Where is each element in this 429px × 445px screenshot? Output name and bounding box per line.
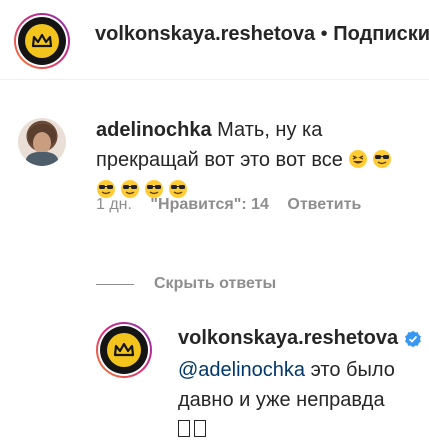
comment-time[interactable]: 1 дн. bbox=[96, 196, 132, 213]
grinning-squint-emoji-icon bbox=[349, 150, 368, 168]
hide-replies-label: Скрыть ответы bbox=[154, 275, 277, 292]
header-avatar[interactable] bbox=[14, 13, 70, 69]
crown-logo-icon bbox=[31, 33, 53, 48]
commenter-username[interactable]: adelinochka bbox=[96, 119, 212, 141]
reply-body: @adelinochka это было давно и уже неправ… bbox=[178, 355, 418, 445]
missing-glyph-icon bbox=[194, 420, 206, 437]
missing-glyph-icon bbox=[178, 420, 190, 437]
reply-mention[interactable]: @adelinochka bbox=[178, 359, 305, 381]
comment-likes[interactable]: "Нравится": 14 bbox=[150, 196, 269, 213]
following-button[interactable]: Подписки bbox=[333, 23, 429, 45]
verified-badge-icon bbox=[405, 330, 422, 347]
reply-username[interactable]: volkonskaya.reshetova bbox=[178, 327, 398, 350]
hide-replies-line bbox=[96, 283, 134, 285]
crown-logo-icon bbox=[113, 342, 135, 357]
header-username[interactable]: volkonskaya.reshetova bbox=[95, 23, 315, 45]
reply-avatar[interactable] bbox=[96, 322, 152, 378]
hide-replies-button[interactable]: Скрыть ответы bbox=[96, 275, 276, 293]
commenter-avatar[interactable] bbox=[18, 118, 66, 166]
post-header: volkonskaya.reshetova • Подписки bbox=[0, 0, 429, 80]
reply-author: volkonskaya.reshetova bbox=[178, 327, 422, 350]
header-separator: • bbox=[315, 23, 334, 45]
comment-meta: 1 дн. "Нравится": 14 Ответить bbox=[96, 196, 375, 214]
sunglasses-emoji-icon bbox=[373, 150, 392, 168]
reply-button[interactable]: Ответить bbox=[287, 196, 361, 213]
comment-body: adelinochka Мать, ну ка прекращай вот эт… bbox=[96, 115, 416, 205]
header-title: volkonskaya.reshetova • Подписки bbox=[95, 23, 429, 46]
